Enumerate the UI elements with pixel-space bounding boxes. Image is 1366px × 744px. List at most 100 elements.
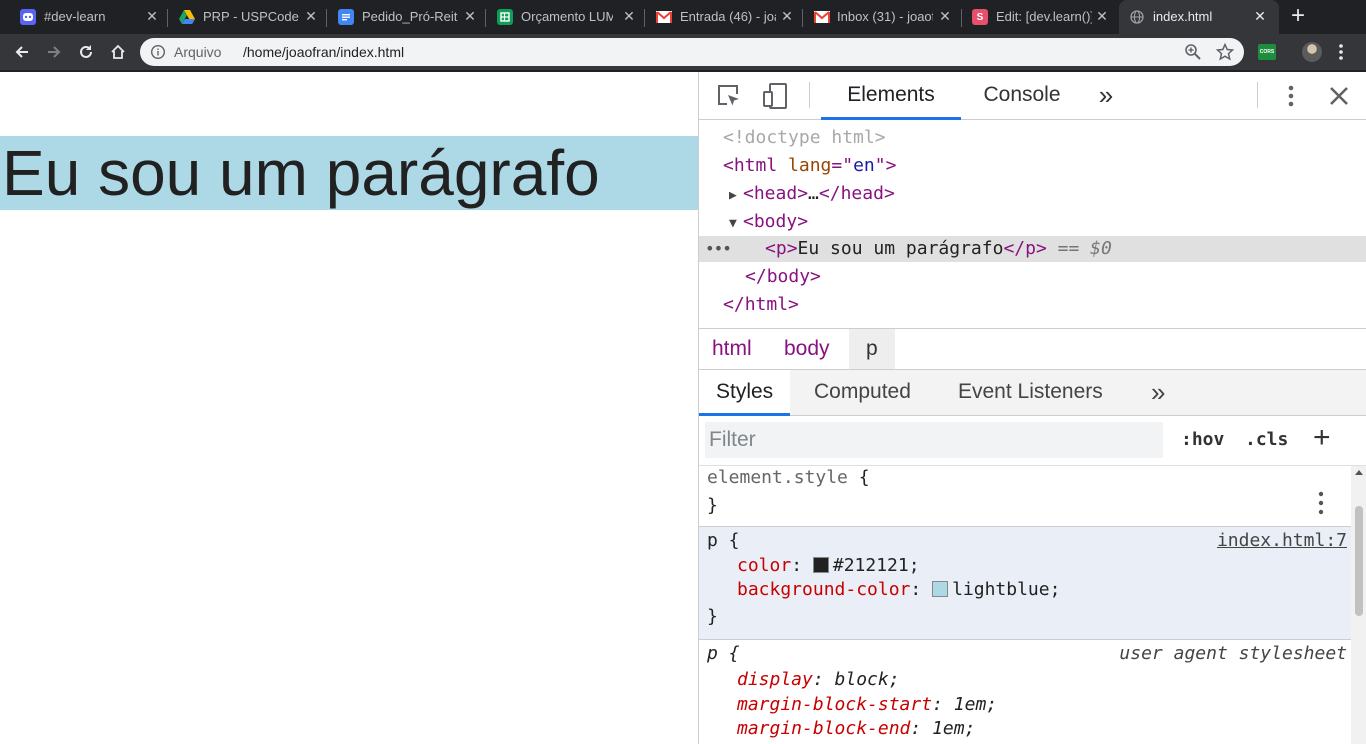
tab-styles[interactable]: Styles <box>699 370 791 416</box>
tab-edit[interactable]: S Edit: [dev.learn()] ✕ <box>962 0 1119 34</box>
device-toolbar-icon[interactable] <box>761 82 789 110</box>
styles-filter-bar: :hov .cls + <box>699 416 1366 466</box>
breadcrumb-html[interactable]: html <box>700 329 764 369</box>
profile-avatar[interactable] <box>1302 42 1322 62</box>
style-prop-margin-block-start[interactable]: margin-block-start: 1em; <box>737 693 997 717</box>
tab-title: Entrada (46) - joaofran <box>680 9 776 24</box>
dom-tree: <!doctype html> <html lang="en"> ▶ <head>… <box>699 122 1366 328</box>
html-tag: html <box>733 155 778 176</box>
styles-scrollbar[interactable] <box>1351 466 1366 744</box>
color-swatch[interactable] <box>932 581 949 597</box>
style-prop-display[interactable]: display: block; <box>737 668 900 692</box>
discord-icon <box>20 9 36 25</box>
devtools-menu-icon[interactable] <box>1277 82 1305 110</box>
expand-triangle-icon[interactable]: ▶ <box>729 182 743 210</box>
gmail-icon <box>656 9 672 25</box>
edit-page-icon: S <box>972 9 988 25</box>
cors-extension-icon[interactable]: CORS <box>1258 44 1276 60</box>
filter-input[interactable] <box>705 422 1163 458</box>
close-tab-icon[interactable]: ✕ <box>621 8 637 24</box>
tab-console[interactable]: Console <box>969 72 1075 120</box>
back-arrow-icon[interactable] <box>10 40 34 64</box>
html-attr-value: en <box>853 155 875 176</box>
home-icon[interactable] <box>106 40 130 64</box>
close-tab-icon[interactable]: ✕ <box>462 8 478 24</box>
close-tab-icon[interactable]: ✕ <box>1252 8 1268 24</box>
scroll-thumb[interactable] <box>1355 506 1363 616</box>
tab-inbox[interactable]: Inbox (31) - joaofran ✕ <box>803 0 962 34</box>
devtools-panel: Elements Console » <!doctype html> <html… <box>698 72 1366 744</box>
browser-menu-icon[interactable] <box>1336 42 1346 62</box>
tab-title: #dev-learn <box>44 9 106 24</box>
close-devtools-icon[interactable] <box>1325 82 1353 110</box>
tab-prp-uspcodelab[interactable]: PRP - USPCodeLab ✕ <box>168 0 327 34</box>
close-tab-icon[interactable]: ✕ <box>779 8 795 24</box>
tab-pedido[interactable]: Pedido_Pró-Reitoria ✕ <box>327 0 486 34</box>
tab-title: Inbox (31) - joaofran <box>837 9 933 24</box>
rule-options-icon[interactable] <box>1317 490 1325 516</box>
node-actions-icon[interactable]: ••• <box>705 236 732 262</box>
page-paragraph: Eu sou um parágrafo <box>0 136 698 210</box>
color-swatch[interactable] <box>812 557 829 573</box>
forward-arrow-icon[interactable] <box>42 40 66 64</box>
dom-p-node-selected[interactable]: ••• <p>Eu sou um parágrafo</p> == $0 <box>699 236 1366 262</box>
tab-orcamento[interactable]: Orçamento LUME ✕ <box>486 0 645 34</box>
address-bar[interactable]: Arquivo /home/joaofran/index.html <box>140 38 1244 66</box>
p-close-tag: p <box>1025 238 1036 259</box>
close-tab-icon[interactable]: ✕ <box>144 8 160 24</box>
head-close-tag: head <box>840 183 884 204</box>
dom-body-node[interactable]: ▼ <body> <box>699 208 1366 236</box>
breadcrumb: html body p <box>699 328 1366 370</box>
close-tab-icon[interactable]: ✕ <box>1094 8 1110 24</box>
more-tabs-icon[interactable]: » <box>1091 72 1121 120</box>
p-tag: p <box>775 238 787 259</box>
head-tag: head <box>753 183 798 204</box>
tab-dev-learn[interactable]: #dev-learn ✕ <box>0 0 168 34</box>
rule-selector[interactable]: p { <box>707 529 740 553</box>
dom-html-node[interactable]: <html lang="en"> <box>699 152 1366 180</box>
style-prop-margin-block-end[interactable]: margin-block-end: 1em; <box>737 717 975 741</box>
tab-elements[interactable]: Elements <box>821 72 961 120</box>
body-close-tag: body <box>766 266 811 287</box>
browser-toolbar: Arquivo /home/joaofran/index.html CORS <box>0 34 1366 70</box>
dom-html-close[interactable]: </html> <box>699 291 1366 319</box>
tab-title: Edit: [dev.learn()] <box>996 9 1092 24</box>
style-prop-background-color[interactable]: background-color: lightblue; <box>737 578 1060 602</box>
close-tab-icon[interactable]: ✕ <box>303 8 319 24</box>
breadcrumb-p[interactable]: p <box>849 329 895 369</box>
zoom-icon[interactable] <box>1184 43 1202 61</box>
rule-close-brace: } <box>707 606 718 627</box>
doctype-text: <!doctype html> <box>723 127 886 148</box>
dom-doctype[interactable]: <!doctype html> <box>699 124 1366 152</box>
rule-source-link[interactable]: index.html:7 <box>1217 529 1347 553</box>
url-text[interactable]: /home/joaofran/index.html <box>243 44 404 60</box>
tab-entrada[interactable]: Entrada (46) - joaofran ✕ <box>645 0 803 34</box>
hov-toggle[interactable]: :hov <box>1181 426 1224 454</box>
new-style-rule-icon[interactable]: + <box>1313 423 1343 454</box>
more-subtabs-icon[interactable]: » <box>1151 370 1165 416</box>
selected-marker: == $0 <box>1057 238 1112 259</box>
tab-title: PRP - USPCodeLab <box>203 9 299 24</box>
site-info-icon[interactable] <box>150 44 166 60</box>
rule-selector[interactable]: p { <box>707 642 740 666</box>
close-tab-icon[interactable]: ✕ <box>937 8 953 24</box>
new-tab-button[interactable]: + <box>1288 4 1308 28</box>
scroll-up-arrow-icon[interactable] <box>1355 470 1363 475</box>
dom-body-close[interactable]: </body> <box>699 263 1366 291</box>
style-prop-color[interactable]: color: #212121; <box>737 554 920 578</box>
styles-subtabs: Styles Computed Event Listeners » <box>699 370 1366 416</box>
tab-index-html[interactable]: index.html ✕ <box>1119 0 1279 34</box>
bookmark-star-icon[interactable] <box>1215 42 1235 61</box>
dom-head-node[interactable]: ▶ <head>…</head> <box>699 180 1366 208</box>
tab-event-listeners[interactable]: Event Listeners <box>958 370 1103 416</box>
cls-toggle[interactable]: .cls <box>1245 426 1288 454</box>
rule-selector[interactable]: element.style { <box>707 466 870 490</box>
tab-computed[interactable]: Computed <box>814 370 911 416</box>
head-ellipsis[interactable]: … <box>808 183 819 204</box>
collapse-triangle-icon[interactable]: ▼ <box>729 210 743 238</box>
tab-title: Pedido_Pró-Reitoria <box>362 9 458 24</box>
element-style-rule: element.style { } <box>699 466 1351 526</box>
breadcrumb-body[interactable]: body <box>772 329 842 369</box>
inspect-element-icon[interactable] <box>715 82 743 110</box>
reload-icon[interactable] <box>74 40 98 64</box>
